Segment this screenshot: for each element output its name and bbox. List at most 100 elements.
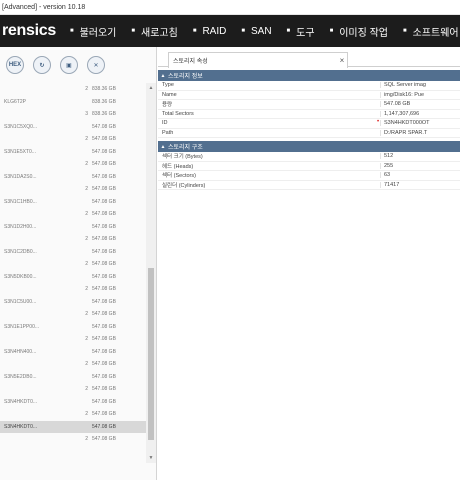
disk-row[interactable]: 2 547.08 GB	[0, 258, 146, 271]
disk-row[interactable]: S3N1DA2S0... 547.08 GB	[0, 171, 146, 184]
disk-row[interactable]: 2 547.08 GB	[0, 233, 146, 246]
property-value[interactable]: 1,147,307,696	[380, 110, 460, 117]
property-value[interactable]: D:/RAPR SPAR.T	[380, 129, 460, 136]
disk-row[interactable]: S3N4HKDT0... 547.08 GB	[0, 396, 146, 409]
property-sections: ▲ 스토리지 정보 Type SQL Server imag Name img/Disk1…	[158, 70, 460, 190]
disk-index: 2	[85, 311, 88, 318]
disk-size: 547.08 GB	[92, 323, 116, 330]
disk-row[interactable]: S3N4HN400... 547.08 GB	[0, 346, 146, 359]
collapse-icon[interactable]: ▲	[158, 73, 168, 79]
disk-row[interactable]: S3N1C5XQ0... 547.08 GB	[0, 121, 146, 134]
tab-strip: 스토리지 속성 ×	[158, 47, 460, 68]
section-header[interactable]: ▲ 스토리지 정보	[158, 70, 460, 81]
property-value[interactable]: 71417	[380, 181, 460, 188]
storage-toolbar: HEX ↻ ▣ ✕	[0, 47, 156, 83]
window-title: [Advanced] - version 10.18	[0, 0, 460, 15]
menu-item-san[interactable]: ■ SAN	[241, 26, 271, 37]
main-menubar: rensics ■ 불러오기 ■ 새로고침 ■ RAID ■ SAN ■ 도구 ■ 이미징 …	[0, 15, 460, 47]
disk-size: 547.08 GB	[92, 336, 116, 343]
disk-row[interactable]: 3 838.36 GB	[0, 108, 146, 121]
app-brand-logo: rensics	[2, 22, 56, 39]
section-title: 스토리지 정보	[168, 74, 203, 80]
disk-row[interactable]: 2 547.08 GB	[0, 358, 146, 371]
disk-size: 547.08 GB	[92, 311, 116, 318]
disk-index: 2	[85, 436, 88, 443]
disk-row[interactable]: 2 547.08 GB	[0, 183, 146, 196]
section-header[interactable]: ▲ 스토리지 구조	[158, 141, 460, 152]
menu-item-load[interactable]: ■ 불러오기	[70, 24, 116, 39]
property-value[interactable]: 512	[380, 153, 460, 160]
disk-row[interactable]: 2 547.08 GB	[0, 283, 146, 296]
disk-row[interactable]: S3N1E1PP00... 547.08 GB	[0, 321, 146, 334]
bullet-icon: ■	[286, 28, 291, 34]
property-row: 섹터 (Sectors) 63	[158, 171, 460, 181]
disk-index: 2	[85, 261, 88, 268]
disk-row[interactable]: KLG6T2P 838.36 GB	[0, 96, 146, 109]
disk-row[interactable]: S3N5DKB00... 547.08 GB	[0, 271, 146, 284]
property-row: Name img/Disk16: Pue	[158, 91, 460, 100]
property-value[interactable]: 547.08 GB	[380, 101, 460, 108]
property-value[interactable]: 63	[380, 172, 460, 179]
property-key: Name	[158, 92, 380, 98]
disk-size: 838.36 GB	[92, 86, 116, 93]
refresh-icon[interactable]: ↻	[33, 56, 51, 74]
disk-row[interactable]: S3N4HKDT0... 547.08 GB	[0, 420, 146, 433]
disk-row[interactable]: 2 838.36 GB	[0, 83, 146, 96]
disk-size: 547.08 GB	[92, 361, 116, 368]
property-key-label: Total Sectors	[162, 110, 194, 117]
disk-row[interactable]: 2 547.08 GB	[0, 133, 146, 146]
disk-list-scrollbar[interactable]: ▲ ▼	[146, 83, 156, 463]
property-value[interactable]: img/Disk16: Pue	[380, 91, 460, 98]
disk-size: 547.08 GB	[92, 273, 116, 280]
disk-row[interactable]: S3N1D2H00... 547.08 GB	[0, 221, 146, 234]
disk-row[interactable]: 2 547.08 GB	[0, 308, 146, 321]
disk-row[interactable]: S3N5E2DB0... 547.08 GB	[0, 371, 146, 384]
disk-size: 547.08 GB	[92, 261, 116, 268]
disk-row[interactable]: S3N1C5U00... 547.08 GB	[0, 296, 146, 309]
menu-item-imaging[interactable]: ■ 이미징 작업	[330, 24, 388, 39]
hex-icon[interactable]: HEX	[6, 56, 24, 74]
required-marker-icon: •	[377, 119, 380, 126]
disk-row[interactable]: 2 547.08 GB	[0, 408, 146, 421]
tab-storage-properties[interactable]: 스토리지 속성 ×	[168, 52, 348, 68]
menu-item-raid[interactable]: ■ RAID	[193, 26, 227, 37]
disk-row[interactable]: S3N1C2DB0... 547.08 GB	[0, 246, 146, 259]
close-tab-icon[interactable]: ×	[337, 56, 347, 65]
disk-serial: S3N1C2DB0...	[4, 248, 37, 255]
scroll-thumb[interactable]	[148, 268, 154, 440]
disk-row[interactable]: 2 547.08 GB	[0, 333, 146, 346]
disk-serial: S3N1C1HB0...	[4, 198, 37, 205]
menu-item-tools[interactable]: ■ 도구	[287, 24, 315, 39]
save-icon[interactable]: ▣	[60, 56, 78, 74]
menu-item-software[interactable]: ■ 소프트웨어 정	[403, 24, 460, 39]
disk-serial: S3N1DA2S0...	[4, 173, 37, 180]
close-icon[interactable]: ✕	[87, 56, 105, 74]
disk-row[interactable]: S3N1C1HB0... 547.08 GB	[0, 196, 146, 209]
property-key: 실린더 (Cylinders)	[158, 181, 380, 189]
property-value[interactable]: SQL Server imag	[380, 82, 460, 89]
property-key: 섹터 (Sectors)	[158, 171, 380, 179]
disk-index: 3	[85, 111, 88, 118]
disk-index: 2	[85, 86, 88, 93]
disk-size: 547.08 GB	[92, 211, 116, 218]
disk-row[interactable]: 2 547.08 GB	[0, 383, 146, 396]
bullet-icon: ■	[192, 28, 197, 34]
property-value[interactable]: S3N4HKDT000OT	[380, 120, 460, 127]
disk-row[interactable]: 2 547.08 GB	[0, 208, 146, 221]
collapse-icon[interactable]: ▲	[158, 144, 168, 150]
bullet-icon: ■	[131, 28, 136, 34]
property-key-label: 섹터 (Sectors)	[162, 173, 196, 180]
scroll-up-icon[interactable]: ▲	[146, 83, 156, 93]
property-value[interactable]: 255	[380, 162, 460, 169]
disk-size: 547.08 GB	[92, 248, 116, 255]
disk-row[interactable]: S3N1E5XT0... 547.08 GB	[0, 146, 146, 159]
disk-row[interactable]: 2 547.08 GB	[0, 158, 146, 171]
property-row: Path D:/RAPR SPAR.T	[158, 129, 460, 138]
disk-row[interactable]: 2 547.08 GB	[0, 433, 146, 446]
property-row: ID • S3N4HKDT000OT	[158, 119, 460, 129]
menu-item-refresh[interactable]: ■ 새로고침	[131, 24, 177, 39]
disk-serial: S3N5E2DB0...	[4, 373, 37, 380]
property-key-label: 헤드 (Heads)	[162, 163, 194, 170]
scroll-down-icon[interactable]: ▼	[146, 453, 156, 463]
menu-item-label: 도구	[296, 27, 315, 39]
